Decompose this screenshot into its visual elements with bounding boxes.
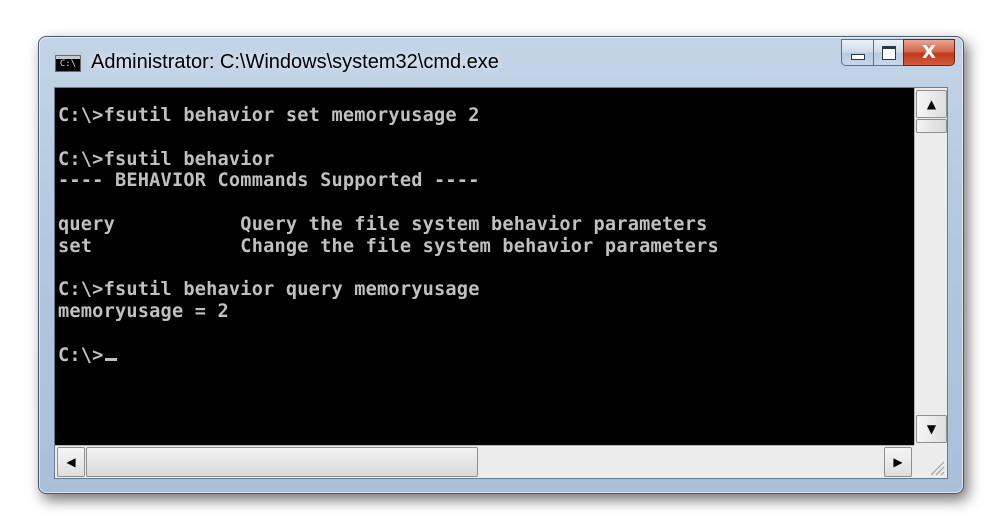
caption-buttons: X	[841, 39, 955, 66]
cmd-window: C:\ Administrator: C:\Windows\system32\c…	[38, 36, 964, 494]
console-lines: C:\>fsutil behavior set memoryusage 2 C:…	[58, 105, 719, 367]
horizontal-scrollbar[interactable]: ◀ ▶	[55, 445, 914, 478]
scroll-up-button[interactable]: ▲	[916, 90, 947, 118]
text-cursor	[104, 357, 117, 361]
desktop-background: C:\ Administrator: C:\Windows\system32\c…	[0, 0, 1000, 527]
vertical-scrollbar[interactable]: ▲ ▼	[914, 88, 947, 445]
horizontal-scroll-thumb[interactable]	[86, 447, 478, 477]
vertical-scroll-thumb[interactable]	[916, 119, 947, 133]
title-bar[interactable]: C:\ Administrator: C:\Windows\system32\c…	[39, 37, 963, 87]
scroll-right-button[interactable]: ▶	[884, 447, 912, 477]
console-line: C:\>fsutil behavior set memoryusage 2	[58, 105, 480, 126]
arrow-left-icon: ◀	[66, 455, 76, 469]
console-line: set Change the file system behavior para…	[58, 235, 719, 257]
console-line: ---- BEHAVIOR Commands Supported ----	[58, 170, 480, 192]
arrow-down-icon: ▼	[926, 422, 937, 436]
console-frame: C:\>fsutil behavior set memoryusage 2 C:…	[54, 87, 948, 479]
scroll-down-button[interactable]: ▼	[916, 415, 947, 443]
minimize-button[interactable]	[841, 39, 873, 66]
cmd-icon[interactable]: C:\	[55, 55, 81, 72]
console-line: query Query the file system behavior par…	[58, 213, 708, 235]
window-title: Administrator: C:\Windows\system32\cmd.e…	[91, 51, 499, 73]
close-button[interactable]: X	[903, 39, 955, 66]
minimize-icon	[850, 53, 865, 60]
maximize-button[interactable]	[873, 39, 903, 66]
console-line: C:\>fsutil behavior	[58, 148, 275, 170]
resize-grip[interactable]	[914, 445, 947, 478]
scroll-left-button[interactable]: ◀	[57, 447, 85, 477]
close-icon: X	[922, 42, 936, 63]
cmd-icon-label: C:\	[59, 59, 77, 69]
console-line: memoryusage = 2	[58, 301, 229, 323]
resize-grip-icon	[930, 461, 945, 476]
prompt-line[interactable]: C:\>	[58, 345, 719, 367]
prompt-text: C:\>	[58, 344, 104, 366]
console-line: C:\>fsutil behavior query memoryusage	[58, 279, 480, 301]
maximize-icon	[881, 45, 896, 60]
arrow-up-icon: ▲	[926, 97, 937, 111]
console-output[interactable]: C:\>fsutil behavior set memoryusage 2 C:…	[55, 88, 914, 445]
arrow-right-icon: ▶	[893, 455, 903, 469]
